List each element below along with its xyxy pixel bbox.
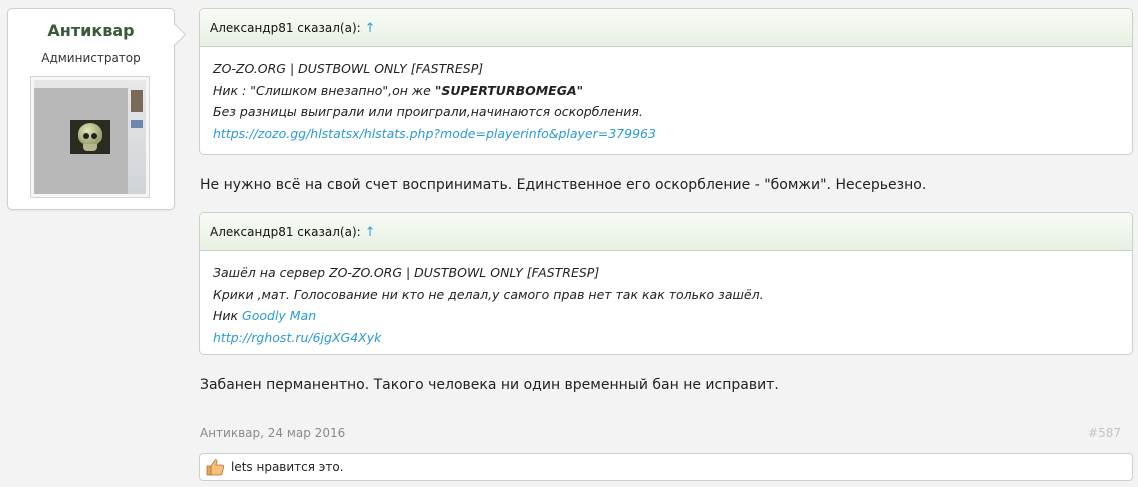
quote-line: Крики ,мат. Голосование ни кто не делал,…	[213, 286, 764, 302]
quote-line: Зашёл на сервер ZO-ZO.ORG | DUSTBOWL ONL…	[213, 265, 600, 280]
quote-line: Ник Goodly Man	[213, 305, 1119, 327]
quote-text: Ник : "Слишком внезапно",он же	[213, 82, 435, 98]
quote-body: ZO-ZO.ORG | DUSTBOWL ONLY [FASTRESP] Ник…	[200, 47, 1132, 144]
likes-bar: lets нравится это.	[199, 453, 1133, 481]
quote-block-2: Александр81 сказал(а): ↑ Зашёл на сервер …	[199, 212, 1133, 355]
quote-text: Ник	[213, 308, 243, 323]
avatar-topbar	[34, 80, 128, 88]
thumbs-up-icon	[206, 459, 224, 476]
quote-line: Ник : "Слишком внезапно",он же "SUPERTUR…	[213, 80, 1119, 102]
skull-icon	[70, 120, 110, 154]
quote-line: Без разницы выиграли или проиграли,начин…	[213, 104, 643, 119]
stats-link[interactable]: https://zozo.gg/hlstatsx/hlstats.php?mod…	[213, 123, 1119, 145]
arrow-up-icon[interactable]: ↑	[365, 225, 376, 240]
arrow-up-icon[interactable]: ↑	[365, 21, 376, 36]
username[interactable]: Антиквар	[8, 21, 174, 40]
skull-jaw	[83, 144, 97, 151]
avatar-strip	[128, 80, 146, 194]
quote-author: Александр81 сказал(а):	[210, 225, 361, 239]
quote-header: Александр81 сказал(а): ↑	[200, 9, 1132, 47]
post-number-link[interactable]: #587	[1088, 426, 1121, 440]
quote-block-1: Александр81 сказал(а): ↑ ZO-ZO.ORG | DUST…	[199, 8, 1133, 155]
reply-text-1: Не нужно всё на свой счет воспринимать. …	[200, 177, 927, 193]
skull-head	[78, 123, 102, 145]
skull-eye-left	[83, 133, 89, 139]
quote-bold-text: "SUPERTURBOMEGA"	[434, 82, 584, 98]
quote-author: Александр81 сказал(а):	[210, 21, 361, 35]
nickname-link[interactable]: Goodly Man	[242, 308, 316, 323]
skull-eye-right	[91, 133, 97, 139]
user-card: Антиквар Администратор	[7, 8, 175, 210]
reply-text-2: Забанен перманентно. Такого человека ни …	[200, 377, 779, 393]
likes-text[interactable]: lets нравится это.	[231, 460, 344, 474]
quote-body: Зашёл на сервер ZO-ZO.ORG | DUSTBOWL ONL…	[200, 251, 1132, 348]
avatar[interactable]	[30, 76, 150, 198]
user-title: Администратор	[41, 51, 141, 65]
quote-line: ZO-ZO.ORG | DUSTBOWL ONLY [FASTRESP]	[213, 61, 484, 76]
quote-header: Александр81 сказал(а): ↑	[200, 213, 1132, 251]
rghost-link[interactable]: http://rghost.ru/6jgXG4Xyk	[213, 327, 1119, 349]
avatar-image	[34, 80, 146, 194]
post-author-date[interactable]: Антиквар, 24 мар 2016	[200, 426, 345, 440]
